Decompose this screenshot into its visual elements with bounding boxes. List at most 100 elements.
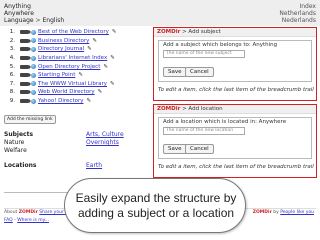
item-number: 9.: [9, 98, 15, 105]
subjects-heading: Subjects: [4, 131, 34, 138]
item-number: 6.: [9, 72, 15, 79]
directory-link[interactable]: Librarians' Internet Index: [38, 55, 107, 61]
edit-hint: To edit a item, click the last item of t…: [158, 164, 314, 170]
nav-netherlands[interactable]: Netherlands: [279, 10, 316, 17]
add-subject-panel: ZOMDir > Add subject Add a subject which…: [153, 27, 317, 101]
callout-line-2: adding a subject or a location: [77, 206, 235, 220]
list-item: 3. Directory Journal ✎: [3, 45, 153, 54]
directory-link[interactable]: Directory Journal: [38, 46, 84, 52]
nav-nederlands[interactable]: Nederlands: [282, 17, 316, 24]
subject-arts-culture[interactable]: Arts, Culture: [86, 131, 124, 139]
item-number: 2.: [9, 37, 15, 44]
locations-heading: Locations: [4, 162, 37, 169]
list-item: 5. Open Directory Project ✎: [3, 62, 153, 71]
globe-icon: [31, 98, 36, 104]
panel-title: > Add subject: [182, 29, 221, 35]
directory-link[interactable]: Business Directory: [38, 38, 89, 44]
edit-pencil-icon[interactable]: ✎: [98, 89, 103, 95]
subject-name-input[interactable]: The name of the new subject: [163, 50, 245, 58]
list-item: 6. Starting Point ✎: [3, 71, 153, 80]
directory-link[interactable]: Starting Point: [38, 72, 75, 78]
tag-icon: [20, 56, 31, 61]
add-missing-link-button[interactable]: Add the missing link: [4, 115, 56, 124]
tag-icon: [20, 47, 31, 52]
subject-nature[interactable]: Nature: [4, 139, 24, 147]
directory-link[interactable]: Web World Directory: [38, 89, 95, 95]
edit-pencil-icon[interactable]: ✎: [112, 29, 117, 35]
tag-icon: [20, 38, 31, 43]
footer-brand: ZOMDir: [18, 210, 38, 215]
item-number: 1.: [9, 29, 15, 36]
item-number: 3.: [9, 46, 15, 53]
globe-icon: [31, 46, 36, 52]
directory-link[interactable]: Best of the Web Directory: [38, 29, 109, 35]
tag-icon: [20, 30, 31, 35]
footer-brand-right: ZOMDir: [252, 210, 272, 215]
location-earth[interactable]: Earth: [86, 162, 102, 170]
panel-title: > Add location: [182, 106, 223, 112]
people-like-you-link[interactable]: People like you: [280, 210, 314, 215]
globe-icon: [31, 55, 36, 61]
language-separator: >: [35, 17, 41, 24]
add-location-panel: ZOMDir > Add location Add a location whi…: [153, 104, 317, 178]
footer-help: FAQ - Where is my...: [4, 218, 49, 224]
list-item: 4. Librarians' Internet Index ✎: [3, 54, 153, 63]
tag-icon: [20, 90, 31, 95]
language-label: Language: [4, 17, 34, 24]
edit-pencil-icon[interactable]: ✎: [87, 46, 92, 52]
tag-icon: [20, 99, 31, 104]
about-label[interactable]: About: [4, 210, 17, 215]
panel-header: ZOMDir > Add location: [154, 105, 316, 114]
by-label: by: [273, 210, 279, 215]
nav-index[interactable]: Index: [299, 3, 316, 10]
breadcrumb-anywhere[interactable]: Anywhere: [4, 10, 34, 17]
globe-icon: [31, 38, 36, 44]
item-number: 8.: [9, 89, 15, 96]
list-item: 2. Business Directory ✎: [3, 37, 153, 46]
breadcrumb-anything[interactable]: Anything: [4, 3, 31, 10]
brand-logo: ZOMDir: [157, 106, 181, 112]
faq-link[interactable]: FAQ: [4, 218, 13, 223]
edit-pencil-icon[interactable]: ✎: [103, 64, 108, 70]
cancel-button[interactable]: Cancel: [185, 144, 214, 154]
globe-icon: [31, 89, 36, 95]
list-item: 7. The WWW Virtual Library ✎: [3, 80, 153, 89]
list-item: 8. Web World Directory ✎: [3, 88, 153, 97]
edit-pencil-icon[interactable]: ✎: [92, 38, 97, 44]
tag-icon: [20, 64, 31, 69]
callout-bubble: Easily expand the structure by adding a …: [64, 178, 246, 233]
subject-welfare[interactable]: Welfare: [4, 147, 27, 155]
globe-icon: [31, 72, 36, 78]
directory-link-list: 1. Best of the Web Directory ✎ 2. Business …: [3, 28, 153, 105]
directory-link[interactable]: The WWW Virtual Library: [38, 81, 107, 87]
item-number: 7.: [9, 80, 15, 87]
subject-overnights[interactable]: Overnights: [86, 139, 119, 147]
panel-header: ZOMDir > Add subject: [154, 28, 316, 37]
globe-icon: [31, 81, 36, 87]
top-bar: Anything Anywhere Language > English Ind…: [0, 0, 320, 26]
language-selector[interactable]: Language > English: [4, 17, 64, 24]
brand-logo: ZOMDir: [157, 29, 181, 35]
edit-pencil-icon[interactable]: ✎: [110, 81, 115, 87]
directory-link[interactable]: Yahoo! Directory: [38, 98, 84, 104]
list-item: 9. Yahoo! Directory ✎: [3, 97, 153, 106]
save-button[interactable]: Save: [163, 67, 187, 77]
panel-form: Add a location which is located in: Anyw…: [158, 117, 312, 159]
tag-icon: [20, 73, 31, 78]
footer-credit: ZOMDir by People like you: [253, 210, 314, 216]
form-label: Add a subject which belongs to: Anything: [163, 42, 278, 48]
edit-pencil-icon[interactable]: ✎: [110, 55, 115, 61]
cancel-button[interactable]: Cancel: [185, 67, 214, 77]
edit-pencil-icon[interactable]: ✎: [87, 98, 92, 104]
edit-pencil-icon[interactable]: ✎: [78, 72, 83, 78]
globe-icon: [31, 29, 36, 35]
form-label: Add a location which is located in: Anyw…: [163, 119, 287, 125]
directory-link[interactable]: Open Directory Project: [38, 64, 100, 70]
edit-hint: To edit a item, click the last item of t…: [158, 87, 314, 93]
language-value: English: [42, 17, 65, 24]
list-item: 1. Best of the Web Directory ✎: [3, 28, 153, 37]
callout-line-1: Easily expand the structure by: [75, 191, 237, 205]
where-is-my-link[interactable]: Where is my...: [17, 218, 49, 223]
save-button[interactable]: Save: [163, 144, 187, 154]
location-name-input[interactable]: The name of the new location: [163, 127, 245, 135]
